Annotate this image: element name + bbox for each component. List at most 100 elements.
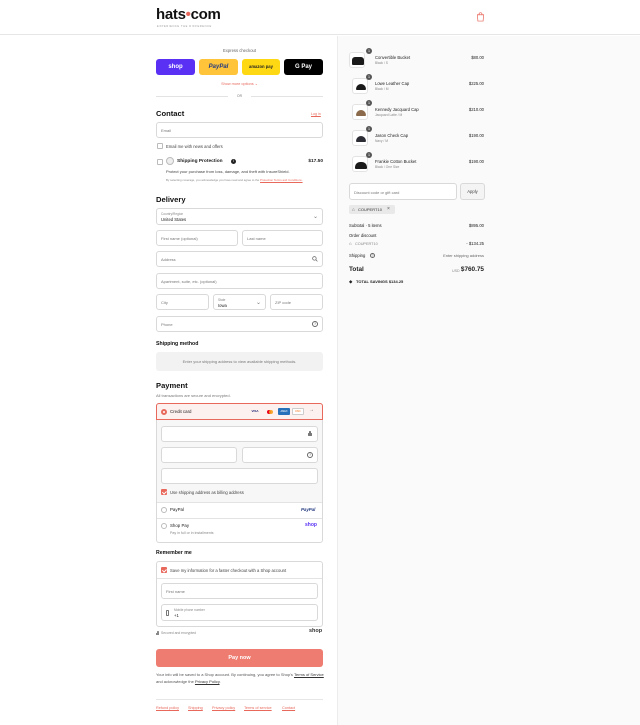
payment-heading: Payment xyxy=(156,381,188,390)
quantity-badge: 1 xyxy=(366,126,372,132)
visa-icon: VISA xyxy=(251,409,259,413)
state-value: Iowa xyxy=(218,302,227,308)
country-label: Country/Region xyxy=(161,211,184,216)
expiration-field[interactable] xyxy=(161,447,237,463)
shopping-bag-icon[interactable] xyxy=(476,12,485,22)
city-field[interactable]: City xyxy=(156,294,209,310)
product-thumbnail xyxy=(352,104,368,120)
shop-pay-express-button[interactable]: shop xyxy=(156,59,195,75)
apply-button[interactable]: Apply xyxy=(460,183,485,200)
mobile-phone-icon xyxy=(166,610,169,616)
product-thumbnail xyxy=(352,156,368,172)
remove-discount-icon[interactable]: × xyxy=(387,206,390,212)
order-discount-value: - $134.25 xyxy=(466,241,484,246)
zip-placeholder: ZIP code xyxy=(275,300,291,305)
paypal-logo: PayPal xyxy=(301,507,316,512)
quantity-badge: 1 xyxy=(366,74,372,80)
footer-contact[interactable]: Contact xyxy=(282,706,295,710)
pay-now-button[interactable]: Pay now xyxy=(156,649,323,667)
product-thumbnail xyxy=(352,130,368,146)
divider-left xyxy=(156,96,228,97)
product-thumbnail xyxy=(349,52,365,68)
item-variant: Black / S xyxy=(375,61,389,65)
divider xyxy=(157,502,322,503)
footer-divider xyxy=(156,699,323,700)
email-field[interactable]: Email xyxy=(156,122,323,138)
tag-icon: ⌂ xyxy=(352,206,355,212)
header: hats•com EXPERIENCE THE DIFFERENCE xyxy=(0,0,640,35)
billing-same-checkbox[interactable] xyxy=(161,489,167,495)
paypal-express-button[interactable]: PayPal xyxy=(199,59,238,75)
footer-terms-of-service[interactable]: Terms of service xyxy=(244,706,272,710)
subtotal-label: Subtotal · 5 items xyxy=(349,223,382,228)
payment-subtitle: All transactions are secure and encrypte… xyxy=(156,393,231,398)
first-name-field[interactable]: First name (optional) xyxy=(156,230,238,246)
logo-tld: com xyxy=(190,6,221,23)
item-name: Convertible Bucket xyxy=(375,55,411,60)
discount-tag-code: COUPERT10 xyxy=(358,207,382,212)
remember-first-name-field[interactable]: First name xyxy=(161,583,318,599)
divider xyxy=(157,578,322,579)
paypal-radio[interactable] xyxy=(161,507,167,513)
total-label: Total xyxy=(349,266,364,273)
billing-same-label: Use shipping address as billing address xyxy=(170,490,244,495)
more-cards-icon: → xyxy=(309,407,314,413)
phone-field[interactable]: Phone ? xyxy=(156,316,323,332)
chevron-down-icon: ⌄ xyxy=(312,214,318,220)
email-placeholder: Email xyxy=(161,128,172,133)
google-pay-express-button[interactable]: G Pay xyxy=(284,59,323,75)
logo-main: hats xyxy=(156,6,186,23)
name-on-card-field[interactable] xyxy=(161,468,318,484)
shipping-protection-checkbox[interactable] xyxy=(157,159,163,165)
savings-tag-icon: ◆ xyxy=(349,279,353,284)
credit-card-radio[interactable] xyxy=(161,409,167,415)
shipping-protection-desc: Protect your purchase from loss, damage,… xyxy=(166,169,290,174)
shipping-protection-title: Shipping Protection xyxy=(177,159,223,164)
item-variant: Navy / M xyxy=(375,139,389,143)
news-checkbox[interactable] xyxy=(157,143,163,149)
logo[interactable]: hats•com xyxy=(156,6,221,23)
item-name: Frankie Cotton Bucket xyxy=(375,159,417,164)
state-select[interactable]: State Iowa ⌄ xyxy=(213,294,266,310)
terms-text-3: . xyxy=(219,678,221,684)
address-field[interactable]: Address xyxy=(156,251,323,267)
login-link[interactable]: Log in xyxy=(311,112,321,116)
terms-of-service-link[interactable]: Terms of Service xyxy=(294,672,324,677)
discount-placeholder: Discount code or gift card xyxy=(354,189,400,195)
zip-field[interactable]: ZIP code xyxy=(270,294,323,310)
card-number-field[interactable] xyxy=(161,426,318,442)
apartment-field[interactable]: Apartment, suite, etc. (optional) xyxy=(156,273,323,289)
shipping-protection-price: $17.50 xyxy=(308,159,323,164)
terms-text-2: and acknowledge the xyxy=(156,678,194,684)
country-select[interactable]: Country/Region United States ⌄ xyxy=(156,208,323,225)
footer-refund-policy[interactable]: Refund policy xyxy=(156,706,179,710)
last-name-field[interactable]: Last name xyxy=(242,230,323,246)
lock-icon xyxy=(308,431,312,436)
shipping-method-heading: Shipping method xyxy=(156,341,199,347)
security-code-field[interactable]: ? xyxy=(242,447,318,463)
secure-encrypted-text: Secured and encrypted xyxy=(161,631,197,635)
total-savings: TOTAL SAVINGS $134.25 xyxy=(356,279,404,284)
show-more-options-link[interactable]: Show more options ⌄ xyxy=(156,81,323,86)
info-icon[interactable]: i xyxy=(231,159,236,164)
discount-code-field[interactable]: Discount code or gift card xyxy=(349,183,457,200)
save-info-checkbox[interactable] xyxy=(161,567,167,573)
footer-shipping[interactable]: Shipping xyxy=(188,706,203,710)
footer-privacy-policy[interactable]: Privacy policy xyxy=(212,706,235,710)
mobile-value: +1 xyxy=(174,613,179,618)
help-icon[interactable]: ? xyxy=(370,252,375,258)
item-price: $190.00 xyxy=(468,133,484,138)
shield-icon xyxy=(166,157,174,165)
help-icon[interactable]: ? xyxy=(312,321,318,327)
privacy-policy-link[interactable]: Privacy Policy xyxy=(195,679,220,684)
item-price: $210.00 xyxy=(468,107,484,112)
help-icon[interactable]: ? xyxy=(307,452,313,458)
mobile-phone-field[interactable]: Mobile phone number +1 xyxy=(161,604,318,621)
protection-terms-link[interactable]: Protection Terms and Conditions. xyxy=(260,178,303,182)
shoppay-radio[interactable] xyxy=(161,523,167,529)
country-value: United States xyxy=(161,217,187,222)
divider-right xyxy=(251,96,323,97)
shipping-label: Shipping xyxy=(349,253,366,258)
amazon-pay-express-button[interactable]: amazon pay xyxy=(242,59,280,75)
remember-first-name-placeholder: First name xyxy=(166,589,185,594)
